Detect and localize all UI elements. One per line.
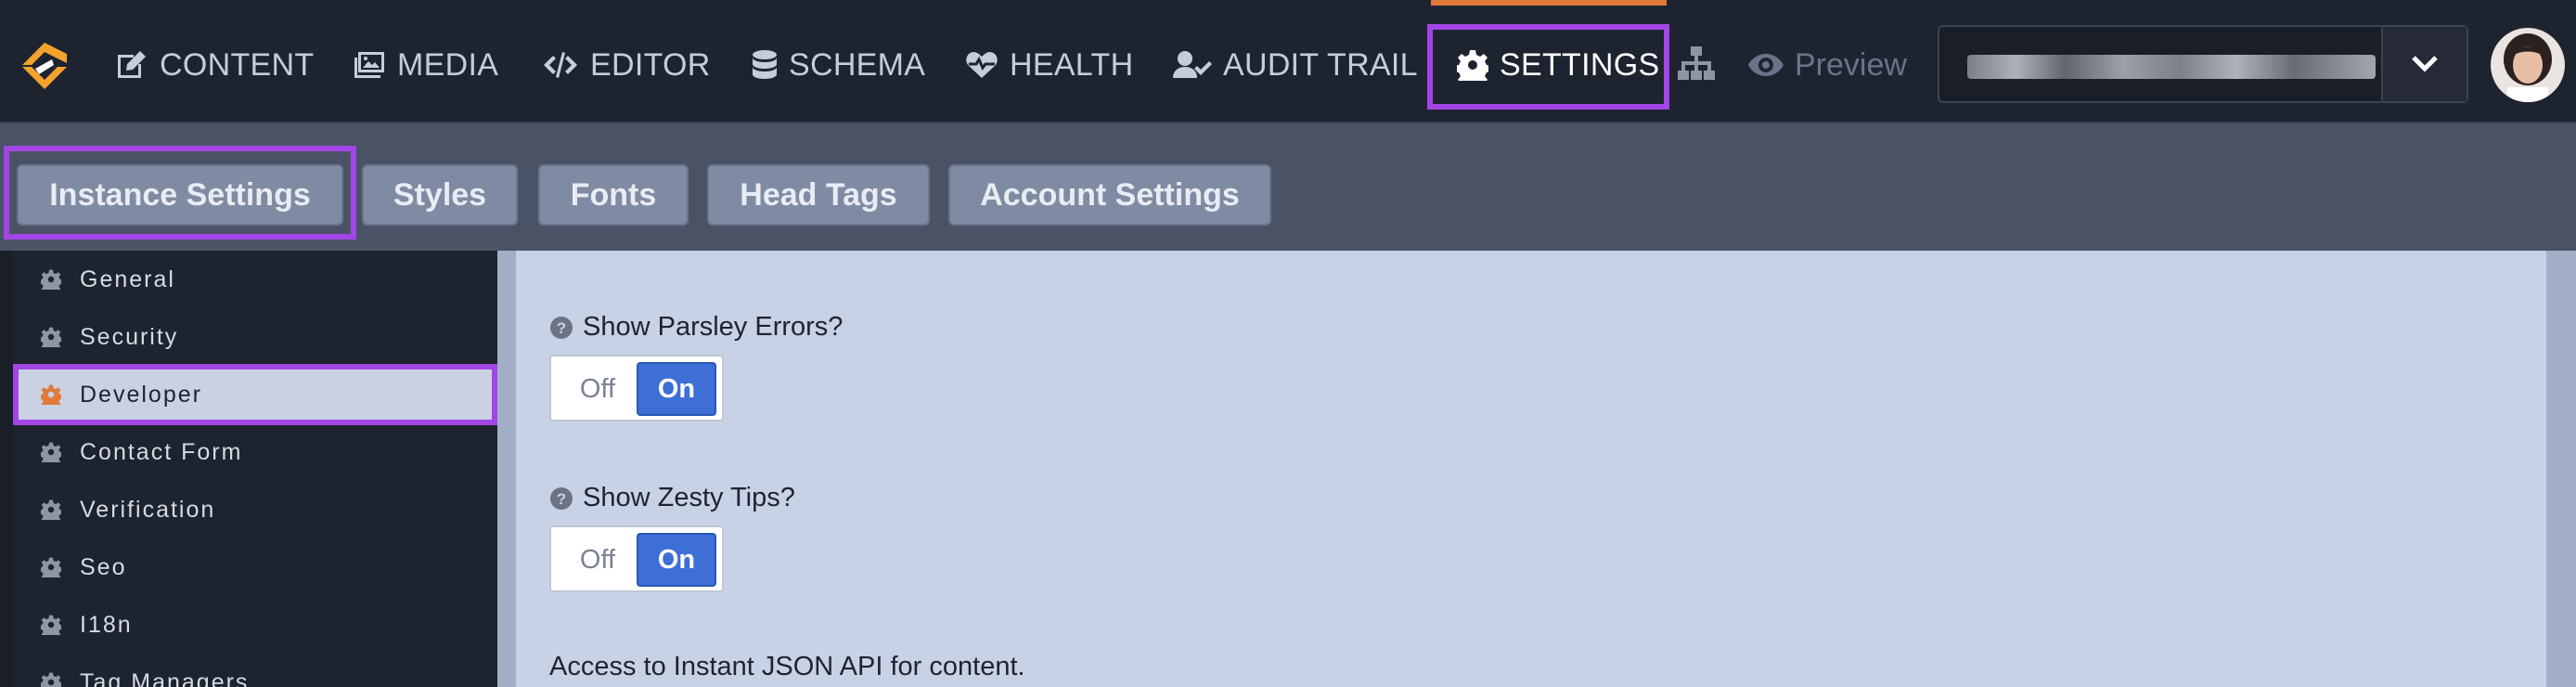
gear-icon [41,615,61,635]
nav-media[interactable]: MEDIA [353,35,498,95]
zesty-tips-toggle[interactable]: Off On [549,525,724,592]
sidebar-item-contact-form[interactable]: Contact Form [13,423,497,481]
nav-editor[interactable]: EDITOR [542,35,711,95]
settings-form: ? Show Parsley Errors? Off On ? Show Zes… [516,251,2546,687]
nav-health-label: HEALTH [1010,46,1134,83]
sidebar-rail [0,251,13,687]
sidebar-item-label: General [80,266,175,292]
settings-content-panel: ? Show Parsley Errors? Off On ? Show Zes… [497,251,2576,687]
preview-link[interactable]: Preview [1748,35,1907,95]
nav-editor-label: EDITOR [590,46,711,83]
nav-audit-trail[interactable]: AUDIT TRAIL [1173,35,1418,95]
settings-sidebar: General Security Developer Contact Form … [0,251,497,687]
sitemap-icon[interactable] [1678,45,1715,86]
tab-fonts[interactable]: Fonts [538,164,689,226]
instance-name-redacted [1967,55,2376,79]
gear-icon [41,499,61,520]
sidebar-item-label: I18n [80,611,133,638]
nav-schema[interactable]: SCHEMA [752,35,925,95]
sidebar-item-label: Security [80,323,179,350]
instance-settings-highlight-box [4,146,356,240]
question-circle-icon[interactable]: ? [549,316,573,340]
gear-icon [41,269,61,290]
sidebar-item-i18n[interactable]: I18n [13,596,497,654]
nav-media-label: MEDIA [397,46,499,83]
tab-styles[interactable]: Styles [362,164,518,226]
code-icon [544,52,577,78]
sidebar-item-label: Verification [80,496,216,523]
top-navigation: CONTENT MEDIA EDITOR SCHEMA HEALTH AUDIT… [0,0,2576,123]
instance-selector[interactable] [1938,25,2468,103]
tab-head-tags-label: Head Tags [740,176,897,213]
tab-account-settings[interactable]: Account Settings [948,164,1271,226]
nav-health[interactable]: HEALTH [965,35,1133,95]
images-icon [354,52,384,78]
settings-highlight-box [1427,24,1669,110]
heartbeat-icon [966,52,998,78]
edit-icon [118,51,146,78]
tab-styles-label: Styles [393,176,487,213]
eye-icon [1748,54,1784,76]
tab-fonts-label: Fonts [570,176,657,213]
parsley-errors-text: Show Parsley Errors? [583,312,844,342]
preview-label: Preview [1795,46,1907,83]
user-check-icon [1173,51,1212,78]
developer-highlight-box [13,364,497,425]
tips-on-option[interactable]: On [637,533,716,587]
gear-icon [41,442,61,462]
user-avatar[interactable] [2491,28,2565,102]
zesty-tips-text: Show Zesty Tips? [583,483,795,512]
parsley-on-option[interactable]: On [637,362,716,416]
tips-off-option[interactable]: Off [559,533,637,587]
question-circle-icon[interactable]: ? [549,486,573,511]
parsley-errors-toggle[interactable]: Off On [549,355,724,421]
gear-icon [41,327,61,347]
sidebar-item-general[interactable]: General [13,251,497,308]
sidebar-item-security[interactable]: Security [13,308,497,366]
sidebar-item-label: Tag Managers [80,668,250,687]
svg-text:?: ? [557,490,566,508]
chevron-down-icon [2412,56,2438,72]
gear-icon [41,557,61,577]
sidebar-item-label: Seo [80,553,127,580]
parsley-errors-label: ? Show Parsley Errors? [549,312,843,343]
nav-content-label: CONTENT [160,46,315,83]
sidebar-item-tag-managers[interactable]: Tag Managers [13,654,497,687]
zesty-logo[interactable] [15,35,74,95]
nav-audit-trail-label: AUDIT TRAIL [1223,46,1418,83]
tab-head-tags[interactable]: Head Tags [707,164,930,226]
nav-content[interactable]: CONTENT [115,35,314,95]
database-icon [753,50,777,79]
gear-icon [41,672,61,687]
settings-tab-bar: Instance Settings Styles Fonts Head Tags… [0,123,2576,251]
nav-schema-label: SCHEMA [789,46,926,83]
sidebar-item-seo[interactable]: Seo [13,538,497,596]
svg-text:?: ? [557,319,566,337]
tab-account-settings-label: Account Settings [980,176,1240,213]
sidebar-item-label: Contact Form [80,438,243,465]
parsley-off-option[interactable]: Off [559,362,637,416]
sidebar-item-verification[interactable]: Verification [13,481,497,538]
instance-dropdown-button[interactable] [2381,27,2467,101]
settings-active-indicator [1431,0,1667,6]
zesty-tips-label: ? Show Zesty Tips? [549,483,795,513]
instant-json-api-label: Access to Instant JSON API for content. [549,652,1025,681]
